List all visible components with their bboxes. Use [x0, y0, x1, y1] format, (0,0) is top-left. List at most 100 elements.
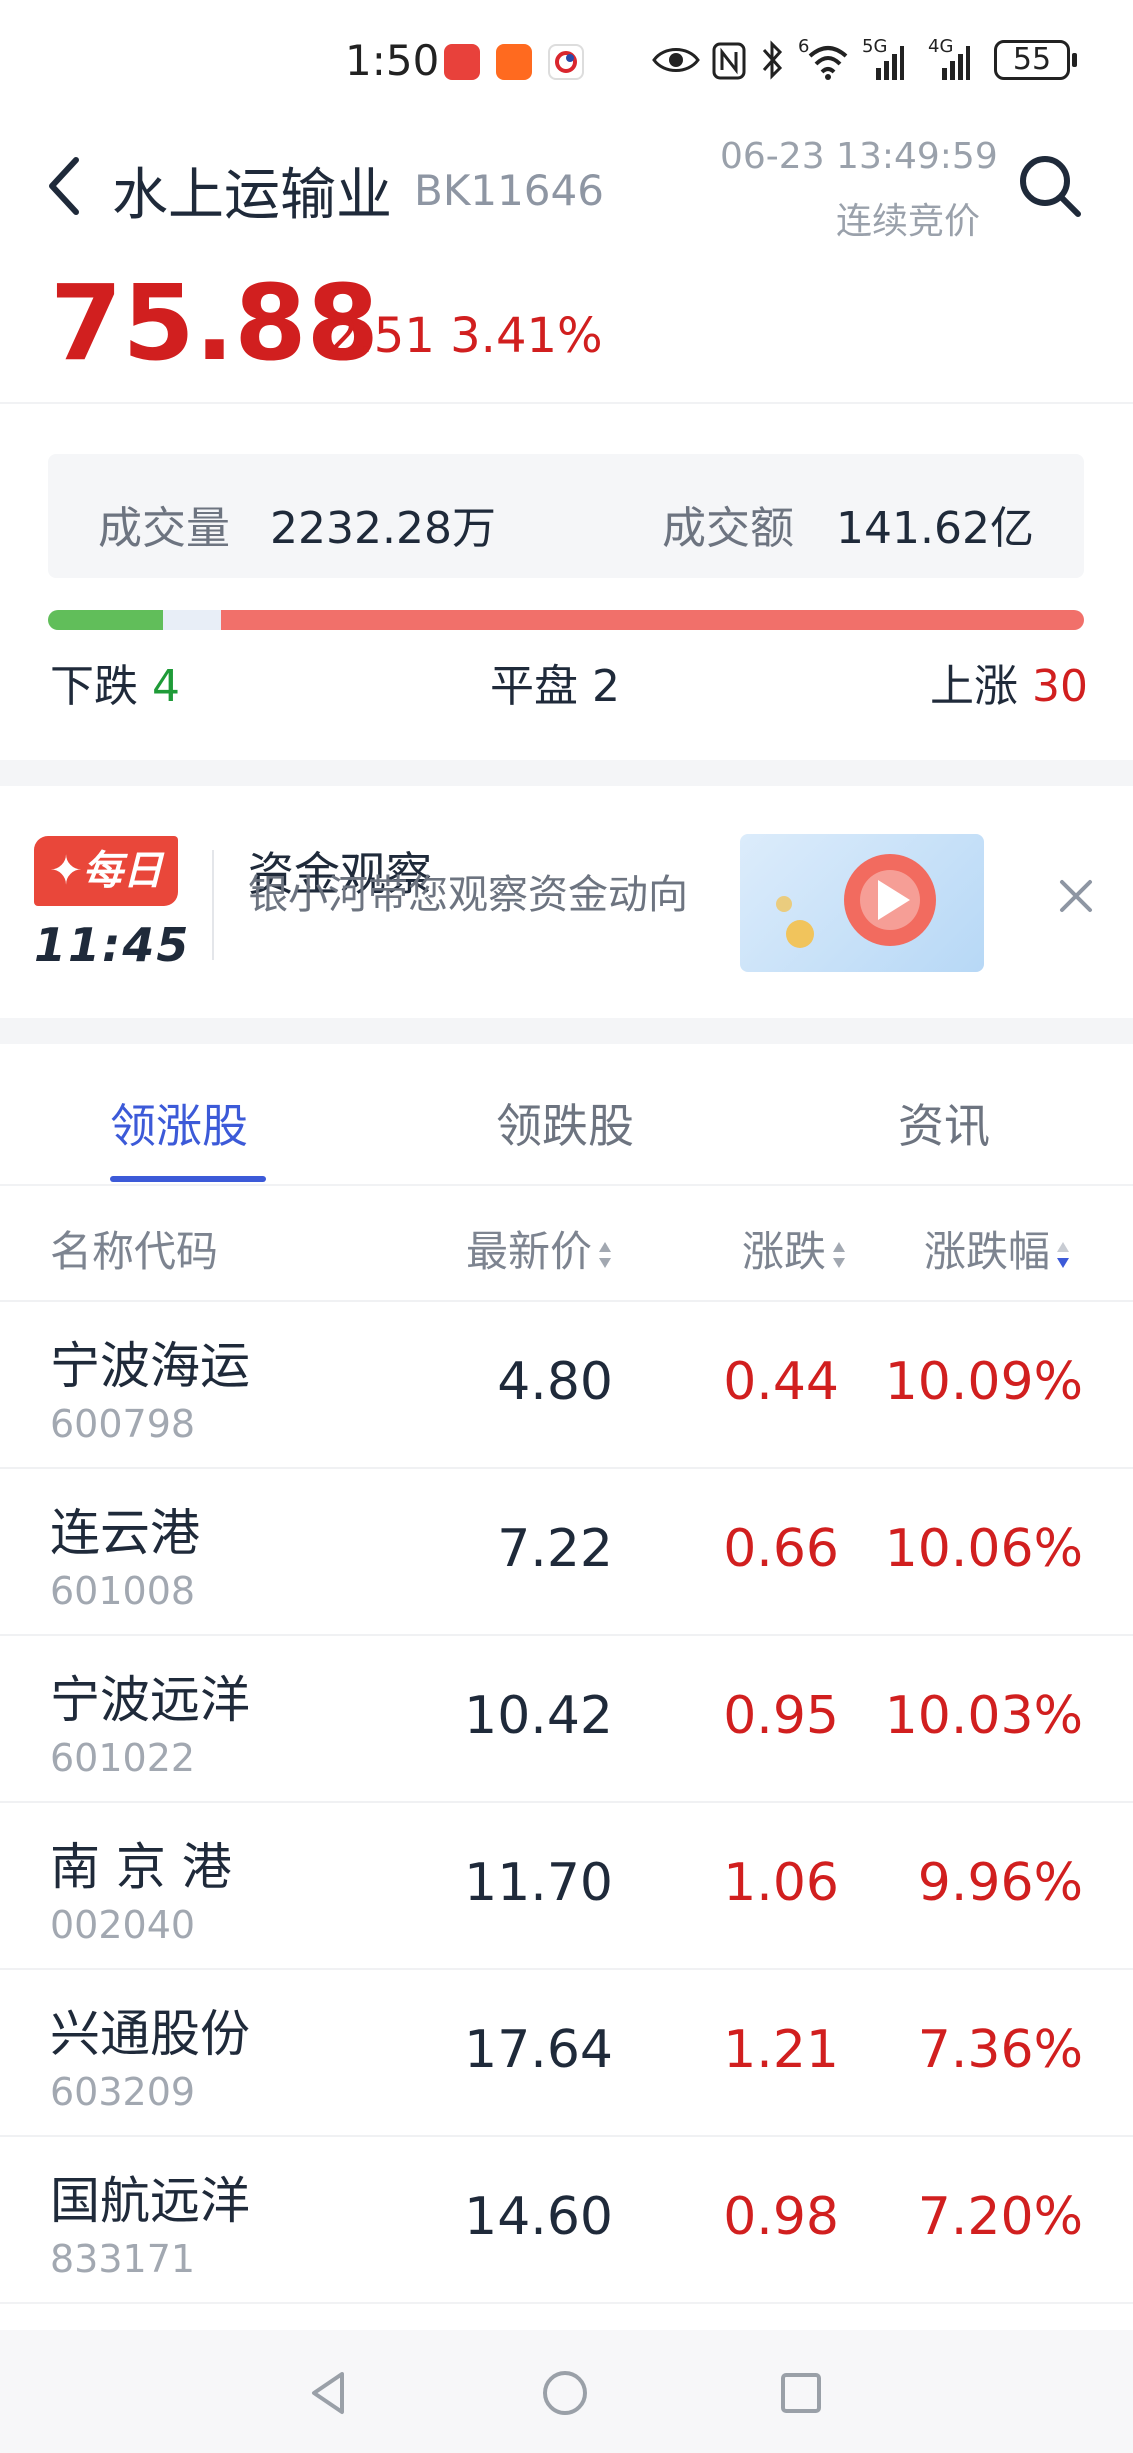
huawei-appgallery-icon	[444, 44, 480, 80]
stock-code: 603209	[50, 2070, 196, 2114]
breadth-bar-down	[48, 610, 164, 630]
stock-change-pct: 7.36%	[917, 2020, 1083, 2080]
banner-subtitle: 银小河带您观察资金动向	[248, 872, 688, 918]
stock-code: 002040	[50, 1903, 196, 1947]
divider	[0, 2302, 1133, 2304]
stock-change-pct: 10.06%	[884, 1519, 1083, 1579]
table-row[interactable]: 连云港 601008 7.22 0.66 10.06%	[0, 1467, 1133, 1635]
stock-change-pct: 10.09%	[884, 1352, 1083, 1412]
breadth-bar-up	[220, 610, 1084, 630]
volume-label: 成交量	[98, 503, 230, 554]
down-count: 4	[152, 661, 180, 712]
col-name-code: 名称代码	[50, 1227, 219, 1276]
col-price-header[interactable]: 最新价	[466, 1218, 612, 1279]
change-value: 2.51	[328, 308, 435, 364]
stock-name: 宁波海运	[50, 1337, 250, 1395]
amount-value: 141.62亿	[836, 503, 1034, 554]
stock-name: 连云港	[50, 1504, 200, 1562]
amount-label: 成交额	[662, 503, 794, 554]
banner-thumbnail	[740, 834, 984, 972]
stock-price: 14.60	[464, 2187, 613, 2247]
banner-divider	[212, 850, 214, 960]
signal-4g-icon	[942, 46, 970, 80]
section-divider	[0, 760, 1133, 786]
stock-code: 600798	[50, 1402, 196, 1446]
flat-count: 2	[592, 661, 620, 712]
stock-price: 17.64	[464, 2020, 613, 2080]
stock-code: 833171	[50, 2237, 196, 2281]
sector-code: BK11646	[414, 166, 604, 215]
wifi-icon	[808, 46, 848, 80]
eye-icon	[652, 48, 700, 72]
page-title: 水上运输业	[112, 163, 392, 228]
stock-name: 兴通股份	[50, 2005, 250, 2063]
stock-name: 国航远洋	[50, 2172, 250, 2230]
nfc-icon	[712, 42, 746, 80]
status-time: 1:50	[345, 36, 440, 85]
breadth-bar-flat	[163, 610, 221, 630]
sort-icon	[599, 1241, 612, 1268]
breadth-down: 下跌 4	[50, 650, 180, 714]
nav-back-icon[interactable]	[304, 2368, 354, 2418]
stock-price: 11.70	[464, 1853, 613, 1913]
stock-change: 1.06	[723, 1853, 839, 1913]
stock-code: 601008	[50, 1569, 196, 1613]
signal-5g-icon	[876, 46, 904, 80]
divider	[0, 402, 1133, 404]
app-icon	[548, 44, 584, 80]
breadth-up: 上涨 30	[930, 650, 1088, 714]
change-percent: 3.41%	[450, 308, 603, 364]
active-tab-indicator	[110, 1176, 266, 1182]
stock-change-pct: 9.96%	[917, 1853, 1083, 1913]
table-row[interactable]: 兴通股份 603209 17.64 1.21 7.36%	[0, 1968, 1133, 2136]
stock-change-pct: 10.03%	[884, 1686, 1083, 1746]
stock-price: 10.42	[464, 1686, 613, 1746]
daily-badge: ✦每日	[34, 836, 178, 906]
price-change: 2.51 3.41%	[328, 308, 603, 364]
stock-change-pct: 7.20%	[917, 2187, 1083, 2247]
up-count: 30	[1032, 661, 1088, 712]
table-row[interactable]: 南 京 港 002040 11.70 1.06 9.96%	[0, 1801, 1133, 1969]
sort-desc-icon	[1057, 1241, 1070, 1268]
col-change-header[interactable]: 涨跌	[742, 1218, 846, 1279]
section-divider	[0, 1018, 1133, 1044]
quote-timestamp: 06-23 13:49:59	[720, 136, 998, 177]
stock-change: 1.21	[723, 2020, 839, 2080]
search-icon[interactable]	[1014, 150, 1086, 222]
stock-price: 4.80	[497, 1352, 613, 1412]
down-label: 下跌	[50, 661, 138, 712]
tab-news[interactable]: 资讯	[898, 1090, 990, 1156]
volume-value: 2232.28万	[270, 503, 496, 554]
volume-panel: 成交量 2232.28万 成交额 141.62亿	[48, 454, 1084, 578]
stock-change: 0.66	[723, 1519, 839, 1579]
table-row[interactable]: 国航远洋 833171 14.60 0.98 7.20%	[0, 2135, 1133, 2303]
play-icon	[776, 854, 936, 948]
tab-top-losers[interactable]: 领跌股	[496, 1090, 634, 1156]
nav-recents-icon[interactable]	[776, 2368, 826, 2418]
back-arrow-icon[interactable]	[42, 150, 86, 222]
col-pct-header[interactable]: 涨跌幅	[924, 1218, 1070, 1279]
status-bar: 1:50 6 5G 4G 55	[0, 0, 1133, 120]
trade-status: 连续竞价	[836, 201, 981, 242]
badge-time: 11:45	[34, 918, 191, 972]
battery-indicator: 55	[994, 40, 1077, 80]
stock-name: 南 京 港	[50, 1838, 232, 1896]
tab-top-gainers[interactable]: 领涨股	[110, 1090, 248, 1156]
nav-home-icon[interactable]	[540, 2368, 590, 2418]
table-row[interactable]: 宁波海运 600798 4.80 0.44 10.09%	[0, 1300, 1133, 1468]
col-pct: 涨跌幅	[924, 1227, 1051, 1276]
stock-change: 0.44	[723, 1352, 839, 1412]
stock-change: 0.95	[723, 1686, 839, 1746]
table-row[interactable]: 宁波远洋 601022 10.42 0.95 10.03%	[0, 1634, 1133, 1802]
flat-label: 平盘	[490, 661, 578, 712]
stock-price: 7.22	[497, 1519, 613, 1579]
breadth-flat: 平盘 2	[490, 650, 620, 714]
bluetooth-icon	[762, 40, 783, 80]
kuaishou-icon	[496, 44, 532, 80]
col-price: 最新价	[466, 1227, 593, 1276]
up-label: 上涨	[930, 661, 1018, 712]
close-icon[interactable]	[1056, 876, 1096, 916]
divider	[0, 1184, 1133, 1186]
sort-icon	[833, 1241, 846, 1268]
stock-name: 宁波远洋	[50, 1671, 250, 1729]
